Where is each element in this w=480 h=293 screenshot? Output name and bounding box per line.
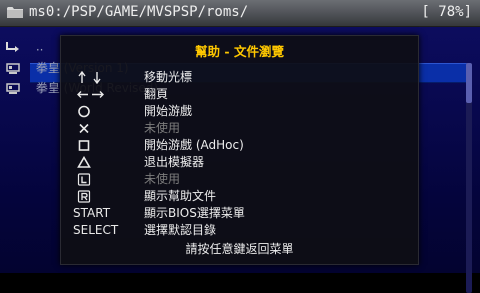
help-description: 未使用 [144, 121, 181, 135]
help-description: 開始游戲 (AdHoc) [144, 138, 244, 152]
up-directory-icon [6, 41, 19, 52]
help-row: 移動光標 [61, 69, 418, 86]
file-item-label: .. [35, 39, 44, 54]
help-key [73, 154, 143, 171]
help-description: 移動光標 [144, 70, 193, 84]
file-item-parent[interactable]: .. [6, 39, 43, 57]
help-key [73, 86, 143, 103]
folder-icon [7, 7, 23, 18]
help-row: 未使用 [61, 120, 418, 137]
help-row: 退出模擬器 [61, 154, 418, 171]
help-description: 退出模擬器 [144, 155, 205, 169]
left-right-arrows-icon [77, 91, 104, 98]
help-description: 選擇默認目錄 [144, 223, 217, 237]
start-key-label: START [73, 206, 111, 220]
cross-button-icon [79, 123, 89, 134]
scrollbar-thumb[interactable] [466, 63, 472, 103]
help-key [73, 120, 143, 137]
help-dialog: 幫助 - 文件瀏覽 移動光標 翻頁 開始游戲 未使用 開始游戲 (AdHoc) … [60, 35, 419, 265]
help-key [73, 171, 143, 188]
scrollbar[interactable] [466, 63, 472, 293]
r-button-icon [77, 190, 91, 203]
help-description: 顯示BIOS選擇菜單 [144, 206, 245, 220]
triangle-button-icon [77, 156, 91, 168]
circle-button-icon [78, 105, 90, 118]
help-key [73, 103, 143, 120]
game-file-icon [6, 82, 20, 94]
select-key-label: SELECT [73, 223, 119, 237]
game-file-icon [6, 62, 20, 74]
square-button-icon [78, 140, 90, 151]
help-title: 幫助 - 文件瀏覽 [195, 44, 284, 59]
help-row: 顯示幫助文件 [61, 188, 418, 205]
help-row: START 顯示BIOS選擇菜單 [61, 205, 418, 222]
l-button-icon [77, 173, 91, 186]
help-row: SELECT 選擇默認目錄 [61, 222, 418, 239]
help-description: 顯示幫助文件 [144, 189, 217, 203]
help-footer: 請按任意鍵返回菜單 [185, 242, 294, 256]
help-key [73, 69, 143, 86]
help-description: 翻頁 [144, 87, 169, 101]
help-row: 翻頁 [61, 86, 418, 103]
help-row: 未使用 [61, 171, 418, 188]
battery-indicator: [ 78%] [421, 4, 472, 20]
help-key [73, 137, 143, 154]
help-row: 開始游戲 [61, 103, 418, 120]
help-description: 開始游戲 [144, 104, 193, 118]
current-path: ms0:/PSP/GAME/MVSPSP/roms/ [29, 4, 249, 20]
help-row: 開始游戲 (AdHoc) [61, 137, 418, 154]
title-bar: ms0:/PSP/GAME/MVSPSP/roms/ [ 78%] [0, 0, 480, 27]
up-down-arrows-icon [78, 71, 101, 84]
help-key [73, 188, 143, 205]
help-description: 未使用 [144, 172, 181, 186]
